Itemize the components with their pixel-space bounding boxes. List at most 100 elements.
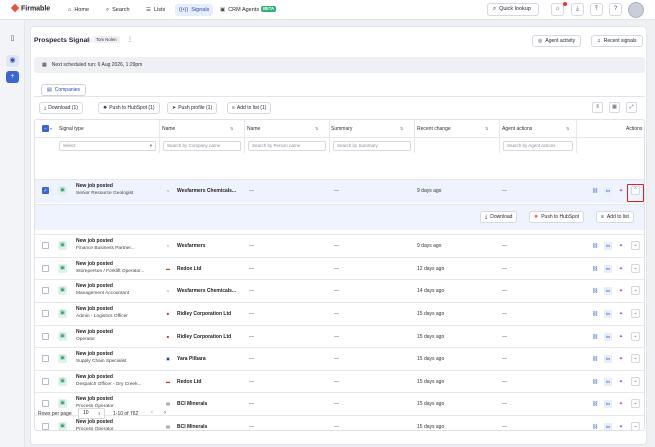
row-checkbox[interactable] (42, 400, 49, 407)
chevron-down-icon[interactable]: ⌄ (631, 309, 640, 318)
magic-wand-icon[interactable]: ✦ (617, 310, 625, 318)
sort-icon[interactable]: ⇅ (566, 126, 569, 131)
more-options-icon[interactable]: ⋮ (127, 36, 133, 43)
link-icon[interactable]: ⛓ (591, 287, 599, 295)
row-checkbox[interactable] (42, 287, 49, 294)
expanded-push-hubspot-button[interactable]: ✹ Push to HubSpot (529, 211, 585, 223)
chevron-down-icon[interactable]: ⌄ (631, 399, 640, 408)
avatar[interactable] (628, 2, 644, 18)
row-checkbox[interactable] (42, 310, 49, 317)
linkedin-icon[interactable]: in (604, 242, 612, 250)
company-search-input[interactable]: Search by Company name (163, 141, 241, 151)
nav-signals[interactable]: ((•)) Signals (175, 4, 214, 16)
help-icon[interactable]: ? (609, 3, 622, 16)
sort-icon[interactable]: ⇅ (485, 126, 488, 131)
agent-actions-search-input[interactable]: Search by Agent actions (503, 141, 573, 151)
header-summary[interactable]: Summary (331, 126, 352, 132)
row-checkbox[interactable]: ✓ (42, 187, 49, 194)
header-company-name[interactable]: Name (162, 126, 175, 132)
nav-home[interactable]: ⌂ Home (64, 4, 93, 16)
sidebar-toggle-icon[interactable]: ▯ (6, 33, 19, 45)
select-all-checkbox[interactable]: − (42, 125, 49, 132)
link-icon[interactable]: ⛓ (591, 423, 599, 430)
nav-lists[interactable]: ☰ Lists (142, 4, 169, 16)
add-to-list-button[interactable]: ≡ Add to list (1) (227, 102, 272, 114)
upload-icon[interactable]: ⤒ (590, 3, 603, 16)
rows-per-page-select[interactable]: 10 ⇕ (78, 408, 105, 419)
company-name-link[interactable]: Yara Pilbara (177, 356, 206, 362)
recent-signals-button[interactable]: ♫ Recent signals (591, 35, 643, 47)
nav-crm-agents[interactable]: ▣ CRM Agents BETA (216, 4, 280, 16)
company-name-link[interactable]: BCI Minerals (177, 424, 207, 430)
table-row[interactable]: ▣ New job posted Supply Chain Specialist… (35, 347, 644, 370)
expanded-download-button[interactable]: ⤓ Download (480, 211, 518, 223)
linkedin-icon[interactable]: in (604, 310, 612, 318)
magic-wand-icon[interactable]: ✦ (617, 333, 625, 341)
linkedin-icon[interactable]: in (604, 265, 612, 273)
company-name-link[interactable]: Wesfarmers Chemicals... (177, 288, 236, 294)
chevron-down-icon[interactable]: ⌄ (631, 354, 640, 363)
linkedin-icon[interactable]: in (604, 355, 612, 363)
table-row[interactable]: ▣ New job posted Operator ■ Ridley Corpo… (35, 325, 644, 348)
notification-icon[interactable]: ☼ (551, 3, 564, 16)
link-icon[interactable]: ⛓ (591, 265, 599, 273)
table-row[interactable]: ▣ New job posted Admin - Logistics Offic… (35, 302, 644, 325)
prev-page-icon[interactable]: ‹ (151, 410, 153, 416)
signal-type-select[interactable]: Select ▾ (59, 141, 156, 151)
link-icon[interactable]: ⛓ (591, 187, 599, 195)
columns-icon[interactable]: ⫴ (592, 102, 603, 113)
tab-companies[interactable]: ▤ Companies (41, 84, 87, 96)
chevron-down-icon[interactable]: ⌄ (631, 332, 640, 341)
chevron-down-icon[interactable]: ⌄ (631, 286, 640, 295)
header-person-name[interactable]: Name (247, 126, 260, 132)
link-icon[interactable]: ⛓ (591, 310, 599, 318)
linkedin-icon[interactable]: in (604, 423, 612, 430)
linkedin-icon[interactable]: in (604, 400, 612, 408)
download-button[interactable]: ⤓ Download (1) (39, 102, 83, 114)
magic-wand-icon[interactable]: ✦ (617, 265, 625, 273)
link-icon[interactable]: ⛓ (591, 400, 599, 408)
chevron-down-icon[interactable]: ▾ (50, 126, 52, 131)
company-name-link[interactable]: Redox Ltd (177, 379, 201, 385)
row-checkbox[interactable] (42, 333, 49, 340)
table-row[interactable]: ▣ New job posted Process Operator ▤ BCI … (35, 415, 644, 430)
company-name-link[interactable]: Redox Ltd (177, 266, 201, 272)
linkedin-icon[interactable]: in (604, 187, 612, 195)
magic-wand-icon[interactable]: ✦ (617, 400, 625, 408)
chevron-down-icon[interactable]: ⌄ (631, 241, 640, 250)
company-name-link[interactable]: BCI Minerals (177, 401, 207, 407)
nav-search[interactable]: ⌕ Search (102, 4, 134, 16)
header-signal-type[interactable]: Signal type (59, 126, 84, 132)
expanded-add-to-list-button[interactable]: ≡ Add to list (596, 211, 634, 223)
table-row[interactable]: ▣ New job posted Storeperson / Forklift … (35, 257, 644, 280)
magic-wand-icon[interactable]: ✦ (617, 242, 625, 250)
sort-icon[interactable]: ⇅ (230, 126, 233, 131)
magic-wand-icon[interactable]: ✦ (617, 378, 625, 386)
chevron-down-icon[interactable]: ⌄ (631, 422, 640, 430)
company-name-link[interactable]: Ridley Corporation Ltd (177, 334, 231, 340)
magic-wand-icon[interactable]: ✦ (617, 187, 625, 195)
linkedin-icon[interactable]: in (604, 378, 612, 386)
link-icon[interactable]: ⛓ (591, 355, 599, 363)
company-name-link[interactable]: Wesfarmers Chemicals... (177, 188, 236, 194)
quick-lookup-button[interactable]: ⌕ Quick lookup (487, 3, 539, 16)
linkedin-icon[interactable]: in (604, 333, 612, 341)
sort-icon[interactable]: ⇅ (315, 126, 318, 131)
header-recent-change[interactable]: Recent change (417, 126, 451, 132)
company-name-link[interactable]: Wesfarmers (177, 243, 206, 249)
magic-wand-icon[interactable]: ✦ (617, 355, 625, 363)
chevron-down-icon[interactable]: ⌄ (631, 377, 640, 386)
row-checkbox[interactable] (42, 355, 49, 362)
link-icon[interactable]: ⛓ (591, 242, 599, 250)
sidebar-add-icon[interactable]: + (6, 71, 19, 83)
magic-wand-icon[interactable]: ✦ (617, 423, 625, 430)
fullscreen-icon[interactable]: ⤢ (626, 102, 637, 113)
chevron-down-icon[interactable]: ⌄ (631, 264, 640, 273)
linkedin-icon[interactable]: in (604, 287, 612, 295)
row-checkbox[interactable] (42, 265, 49, 272)
row-checkbox[interactable] (42, 378, 49, 385)
link-icon[interactable]: ⛓ (591, 378, 599, 386)
magic-wand-icon[interactable]: ✦ (617, 287, 625, 295)
row-checkbox[interactable] (42, 423, 49, 430)
table-row[interactable]: ▣ New job posted Management Accountant ≈… (35, 279, 644, 302)
